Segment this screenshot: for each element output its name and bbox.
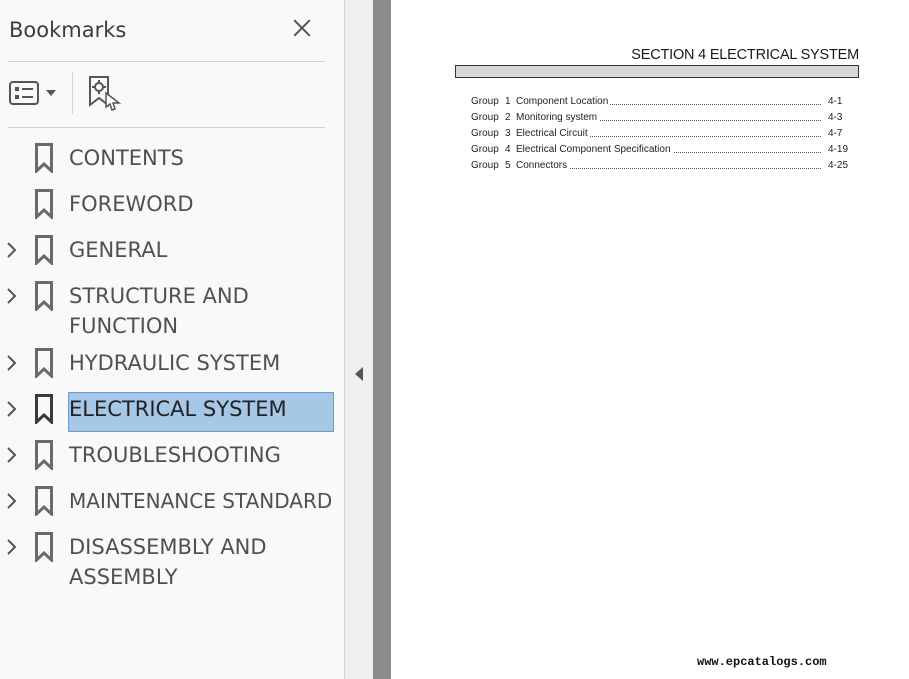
toc-title: Electrical Component Specification <box>516 144 673 155</box>
chevron-right-icon[interactable] <box>6 492 18 510</box>
toc-number: 3 <box>505 128 511 139</box>
section-bar <box>455 65 859 78</box>
bookmark-label: STRUCTURE AND FUNCTION <box>69 284 249 338</box>
bookmark-label: MAINTENANCE STANDARD <box>69 489 333 513</box>
bookmark-label: TROUBLESHOOTING <box>69 443 281 467</box>
toc-page: 4-19 <box>826 144 849 155</box>
bookmark-icon <box>35 281 53 311</box>
bookmark-item[interactable]: STRUCTURE AND FUNCTION <box>0 281 345 341</box>
panel-title: Bookmarks <box>9 18 127 42</box>
toc-title: Connectors <box>516 160 570 171</box>
bookmark-item-selected[interactable]: ELECTRICAL SYSTEM <box>0 392 345 432</box>
chevron-right-icon[interactable] <box>6 241 18 259</box>
bookmark-options-button[interactable] <box>8 78 60 110</box>
document-page: SECTION 4 ELECTRICAL SYSTEM Group 1 Comp… <box>391 0 909 679</box>
chevron-right-icon[interactable] <box>6 446 18 464</box>
toc-page: 4-7 <box>826 128 843 139</box>
bookmark-icon <box>35 189 53 219</box>
bookmark-item[interactable]: HYDRAULIC SYSTEM <box>0 348 345 378</box>
list-options-icon <box>9 81 56 105</box>
toc-row[interactable]: Group 4 Electrical Component Specificati… <box>471 144 851 158</box>
toc-number: 1 <box>505 96 511 107</box>
bookmark-item[interactable]: TROUBLESHOOTING <box>0 440 345 470</box>
bookmark-label: CONTENTS <box>69 146 184 170</box>
toc-page: 4-1 <box>826 96 843 107</box>
bookmark-label: GENERAL <box>69 238 168 262</box>
bookmark-label: FOREWORD <box>69 192 194 216</box>
toc-page: 4-25 <box>826 160 849 171</box>
bookmark-icon <box>35 394 53 424</box>
section-title: SECTION 4 ELECTRICAL SYSTEM <box>631 47 859 63</box>
toc-row[interactable]: Group 2 Monitoring system 4-3 <box>471 112 851 126</box>
find-bookmark-button[interactable] <box>86 75 122 113</box>
chevron-right-icon[interactable] <box>6 287 18 305</box>
toc-number: 4 <box>505 144 511 155</box>
chevron-right-icon[interactable] <box>6 400 18 418</box>
toc-group: Group <box>471 144 499 155</box>
toc-group: Group <box>471 112 499 123</box>
toc-number: 2 <box>505 112 511 123</box>
toc-page: 4-3 <box>826 112 843 123</box>
close-icon[interactable] <box>290 16 314 40</box>
chevron-right-icon[interactable] <box>6 354 18 372</box>
bookmark-item[interactable]: GENERAL <box>0 235 345 265</box>
divider <box>8 61 325 62</box>
toc-title: Component Location <box>516 96 611 107</box>
bookmark-label: DISASSEMBLY AND ASSEMBLY <box>69 535 267 589</box>
bookmark-icon <box>35 235 53 265</box>
bookmark-label: ELECTRICAL SYSTEM <box>69 397 287 421</box>
panel-splitter[interactable] <box>345 0 373 679</box>
toc-row[interactable]: Group 3 Electrical Circuit 4-7 <box>471 128 851 142</box>
toc-group: Group <box>471 128 499 139</box>
bookmarks-panel: Bookmarks CONTENTS FOREWORD GENERAL STRU… <box>0 0 345 679</box>
bookmark-icon <box>35 143 53 173</box>
divider <box>8 127 325 128</box>
bookmark-item[interactable]: CONTENTS <box>0 143 345 173</box>
collapse-panel-icon[interactable] <box>355 367 363 381</box>
bookmark-icon <box>35 348 53 378</box>
toc-row[interactable]: Group 5 Connectors 4-25 <box>471 160 851 174</box>
find-bookmark-icon <box>89 76 122 111</box>
toc-row[interactable]: Group 1 Component Location 4-1 <box>471 96 851 110</box>
bookmark-icon <box>35 440 53 470</box>
toc-title: Electrical Circuit <box>516 128 590 139</box>
footer-url: www.epcatalogs.com <box>697 655 827 669</box>
toc-number: 5 <box>505 160 511 171</box>
toc-group: Group <box>471 160 499 171</box>
chevron-right-icon[interactable] <box>6 538 18 556</box>
toc-group: Group <box>471 96 499 107</box>
toc-title: Monitoring system <box>516 112 600 123</box>
bookmark-icon <box>35 486 53 516</box>
toolbar-separator <box>72 72 73 114</box>
bookmark-item[interactable]: FOREWORD <box>0 189 345 219</box>
bookmark-icon <box>35 532 53 562</box>
bookmark-item[interactable]: DISASSEMBLY AND ASSEMBLY <box>0 532 345 592</box>
bookmark-label: HYDRAULIC SYSTEM <box>69 351 281 375</box>
bookmark-item[interactable]: MAINTENANCE STANDARD <box>0 486 345 516</box>
page-gutter <box>373 0 391 679</box>
